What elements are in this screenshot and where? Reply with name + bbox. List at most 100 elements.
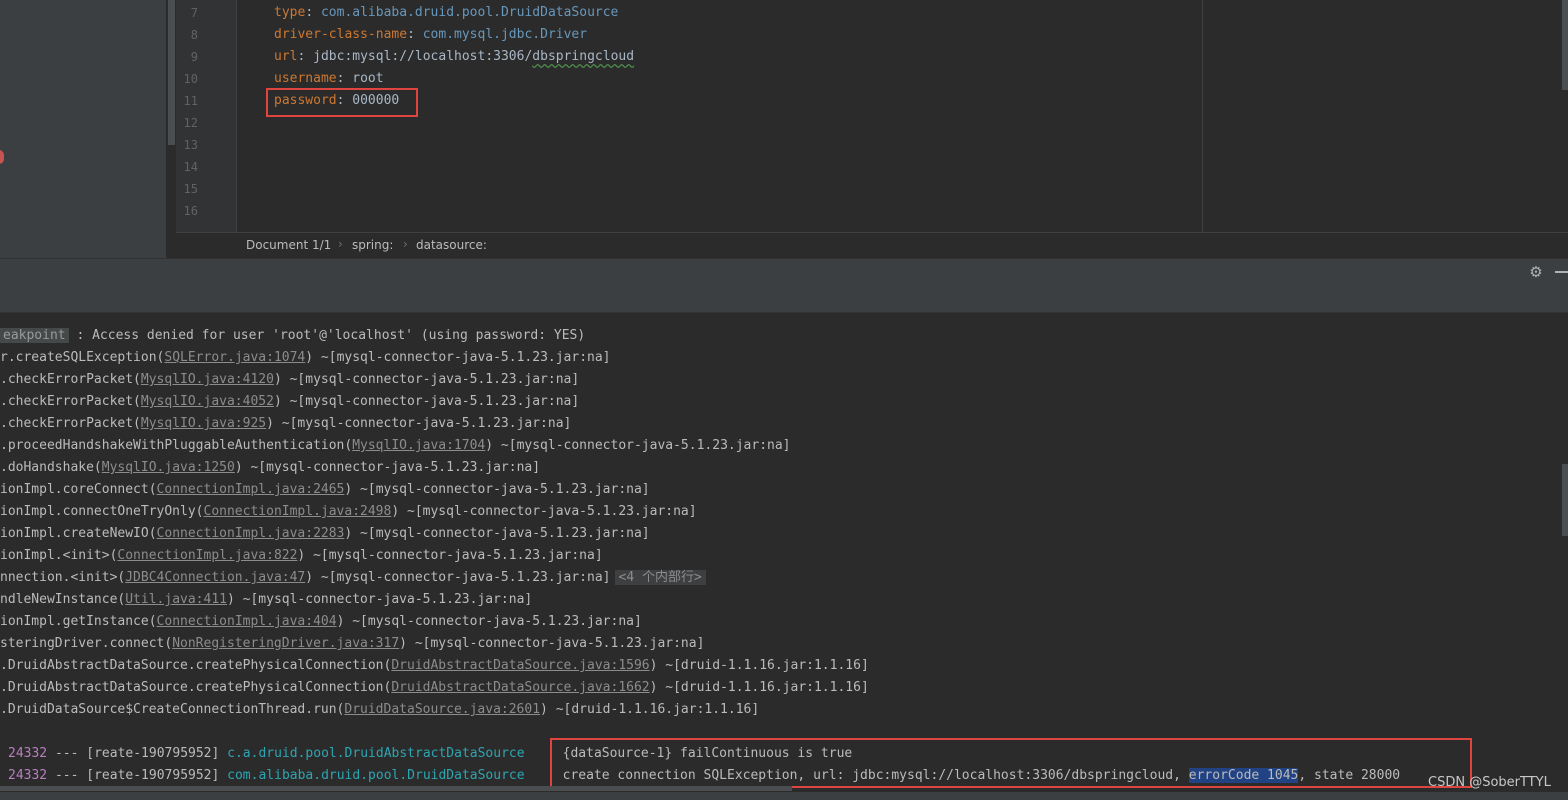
yaml-value: root bbox=[352, 71, 384, 86]
breakpoint-marker-icon[interactable] bbox=[0, 150, 4, 164]
source-link[interactable]: ConnectionImpl.java:2498 bbox=[204, 504, 392, 519]
source-link[interactable]: SQLError.java:1074 bbox=[164, 350, 305, 365]
minimize-icon[interactable] bbox=[1555, 271, 1568, 273]
stack-trace-line: ionImpl.getInstance(ConnectionImpl.java:… bbox=[0, 611, 642, 633]
code-line[interactable]: driver-class-name: com.mysql.jdbc.Driver bbox=[274, 24, 587, 46]
stack-method: .checkErrorPacket( bbox=[0, 416, 141, 431]
stack-jar: ) ~[mysql-connector-java-5.1.23.jar:na] bbox=[234, 460, 541, 475]
stack-jar: ) ~[druid-1.1.16.jar:1.1.16] bbox=[649, 680, 869, 695]
source-link[interactable]: ConnectionImpl.java:404 bbox=[157, 614, 337, 629]
console-output[interactable]: eakpoint : Access denied for user 'root'… bbox=[0, 313, 1568, 800]
stack-trace-line: .DruidDataSource$CreateConnectionThread.… bbox=[0, 699, 759, 721]
source-link[interactable]: DruidAbstractDataSource.java:1662 bbox=[391, 680, 649, 695]
stack-method: .checkErrorPacket( bbox=[0, 394, 141, 409]
source-link[interactable]: ConnectionImpl.java:2465 bbox=[157, 482, 345, 497]
source-link[interactable]: DruidAbstractDataSource.java:1596 bbox=[391, 658, 649, 673]
yaml-separator: : bbox=[336, 71, 353, 86]
editor-pane[interactable]: 7 8 9 10 11 12 13 14 15 16 type: com.alibaba.drui… bbox=[0, 0, 1568, 258]
source-link[interactable]: ConnectionImpl.java:2283 bbox=[157, 526, 345, 541]
line-number: 12 bbox=[183, 116, 198, 130]
breadcrumb-item-document[interactable]: Document 1/1 bbox=[246, 238, 331, 252]
stack-method: nnection.<init>( bbox=[0, 570, 126, 585]
stack-trace-line: .checkErrorPacket(MysqlIO.java:925) ~[my… bbox=[0, 413, 571, 435]
yaml-key: username bbox=[274, 71, 337, 86]
stack-method: r.createSQLException( bbox=[0, 350, 165, 365]
run-tool-window-header: ⚙ bbox=[0, 258, 1568, 285]
source-link[interactable]: DruidDataSource.java:2601 bbox=[344, 702, 540, 717]
stack-jar: ) ~[mysql-connector-java-5.1.23.jar:na] bbox=[297, 548, 603, 563]
line-number-gutter: 7 8 9 10 11 12 13 14 15 16 bbox=[176, 0, 237, 232]
console-text: : Access denied for user 'root'@'localho… bbox=[68, 328, 586, 343]
gear-icon[interactable]: ⚙ bbox=[1527, 263, 1545, 281]
source-link[interactable]: MysqlIO.java:4120 bbox=[141, 372, 274, 387]
breadcrumb-separator-icon: › bbox=[338, 237, 343, 251]
stack-method: .doHandshake( bbox=[0, 460, 102, 475]
error-highlight-box bbox=[550, 738, 1472, 788]
code-line[interactable]: username: root bbox=[274, 68, 384, 90]
yaml-value: jdbc:mysql://localhost:3306/ bbox=[313, 49, 533, 64]
stack-trace-line: .checkErrorPacket(MysqlIO.java:4052) ~[m… bbox=[0, 391, 579, 413]
breadcrumb: Document 1/1 › spring: › datasource: bbox=[176, 232, 1568, 259]
source-link[interactable]: MysqlIO.java:1250 bbox=[102, 460, 235, 475]
yaml-separator: : bbox=[407, 27, 423, 42]
stack-method: .proceedHandshakeWithPluggableAuthentica… bbox=[0, 438, 353, 453]
editor-scrollbar[interactable] bbox=[1562, 0, 1568, 90]
stack-method: ndleNewInstance( bbox=[0, 592, 126, 607]
stack-trace-line: steringDriver.connect(NonRegisteringDriv… bbox=[0, 633, 704, 655]
stack-trace-line: .DruidAbstractDataSource.createPhysicalC… bbox=[0, 655, 869, 677]
password-highlight-box bbox=[266, 88, 418, 117]
stack-jar: ) ~[mysql-connector-java-5.1.23.jar:na] bbox=[305, 570, 611, 585]
source-link[interactable]: MysqlIO.java:1704 bbox=[352, 438, 485, 453]
stack-jar: ) ~[mysql-connector-java-5.1.23.jar:na] bbox=[305, 350, 611, 365]
stack-jar: ) ~[mysql-connector-java-5.1.23.jar:na] bbox=[273, 394, 580, 409]
stack-jar: ) ~[mysql-connector-java-5.1.23.jar:na] bbox=[399, 636, 705, 651]
yaml-value-typo: dbspringcloud bbox=[532, 49, 635, 64]
code-line[interactable]: type: com.alibaba.druid.pool.DruidDataSo… bbox=[274, 2, 618, 24]
stack-method: ionImpl.createNewIO( bbox=[0, 526, 157, 541]
stack-trace-line: ionImpl.createNewIO(ConnectionImpl.java:… bbox=[0, 523, 650, 545]
log-thread: --- [reate-190795952] bbox=[47, 746, 228, 761]
source-link[interactable]: Util.java:411 bbox=[125, 592, 227, 607]
log-pid: 24332 bbox=[8, 768, 48, 783]
stack-method: .DruidAbstractDataSource.createPhysicalC… bbox=[0, 658, 392, 673]
stack-trace-line: ionImpl.connectOneTryOnly(ConnectionImpl… bbox=[0, 501, 697, 523]
code-line[interactable]: url: jdbc:mysql://localhost:3306/dbsprin… bbox=[274, 46, 634, 68]
source-link[interactable]: ConnectionImpl.java:822 bbox=[117, 548, 297, 563]
log-pid: 24332 bbox=[8, 746, 48, 761]
source-link[interactable]: JDBC4Connection.java:47 bbox=[125, 570, 305, 585]
log-logger: c.a.druid.pool.DruidAbstractDataSource bbox=[227, 746, 525, 761]
console-scrollbar[interactable] bbox=[1562, 464, 1568, 536]
console-horizontal-scrollbar[interactable] bbox=[0, 786, 792, 791]
breadcrumb-item-datasource[interactable]: datasource: bbox=[416, 238, 487, 252]
log-thread: --- [reate-190795952] bbox=[47, 768, 228, 783]
stack-jar: ) ~[mysql-connector-java-5.1.23.jar:na] bbox=[391, 504, 697, 519]
line-number: 13 bbox=[183, 138, 198, 152]
folded-lines-badge[interactable]: <4 个内部行> bbox=[614, 570, 706, 585]
log-logger: com.alibaba.druid.pool.DruidDataSource bbox=[227, 768, 525, 783]
stack-trace-line: ionImpl.<init>(ConnectionImpl.java:822) … bbox=[0, 545, 603, 567]
line-number: 11 bbox=[183, 94, 198, 108]
project-panel-strip bbox=[0, 0, 166, 258]
stack-jar: ) ~[mysql-connector-java-5.1.23.jar:na] bbox=[336, 614, 642, 629]
line-number: 9 bbox=[190, 50, 198, 64]
stack-jar: ) ~[mysql-connector-java-5.1.23.jar:na] bbox=[226, 592, 533, 607]
stack-jar: ) ~[mysql-connector-java-5.1.23.jar:na] bbox=[273, 372, 580, 387]
breadcrumb-item-spring[interactable]: spring: bbox=[352, 238, 393, 252]
panel-scrollbar[interactable] bbox=[168, 0, 175, 145]
stack-method: .checkErrorPacket( bbox=[0, 372, 141, 387]
stack-jar: ) ~[mysql-connector-java-5.1.23.jar:na] bbox=[344, 482, 650, 497]
source-link[interactable]: NonRegisteringDriver.java:317 bbox=[172, 636, 399, 651]
stack-trace-line: nnection.<init>(JDBC4Connection.java:47)… bbox=[0, 567, 706, 589]
stack-jar: ) ~[mysql-connector-java-5.1.23.jar:na] bbox=[266, 416, 572, 431]
line-number: 8 bbox=[190, 28, 198, 42]
stack-method: ionImpl.coreConnect( bbox=[0, 482, 157, 497]
run-tool-window-toolbar bbox=[0, 284, 1568, 313]
console-line: eakpoint : Access denied for user 'root'… bbox=[0, 325, 585, 347]
yaml-key: driver-class-name bbox=[274, 27, 408, 42]
stack-trace-line: ndleNewInstance(Util.java:411) ~[mysql-c… bbox=[0, 589, 532, 611]
breakpoint-tag[interactable]: eakpoint bbox=[0, 328, 69, 343]
stack-method: ionImpl.getInstance( bbox=[0, 614, 157, 629]
source-link[interactable]: MysqlIO.java:925 bbox=[141, 416, 266, 431]
stack-trace-line: .doHandshake(MysqlIO.java:1250) ~[mysql-… bbox=[0, 457, 540, 479]
source-link[interactable]: MysqlIO.java:4052 bbox=[141, 394, 274, 409]
